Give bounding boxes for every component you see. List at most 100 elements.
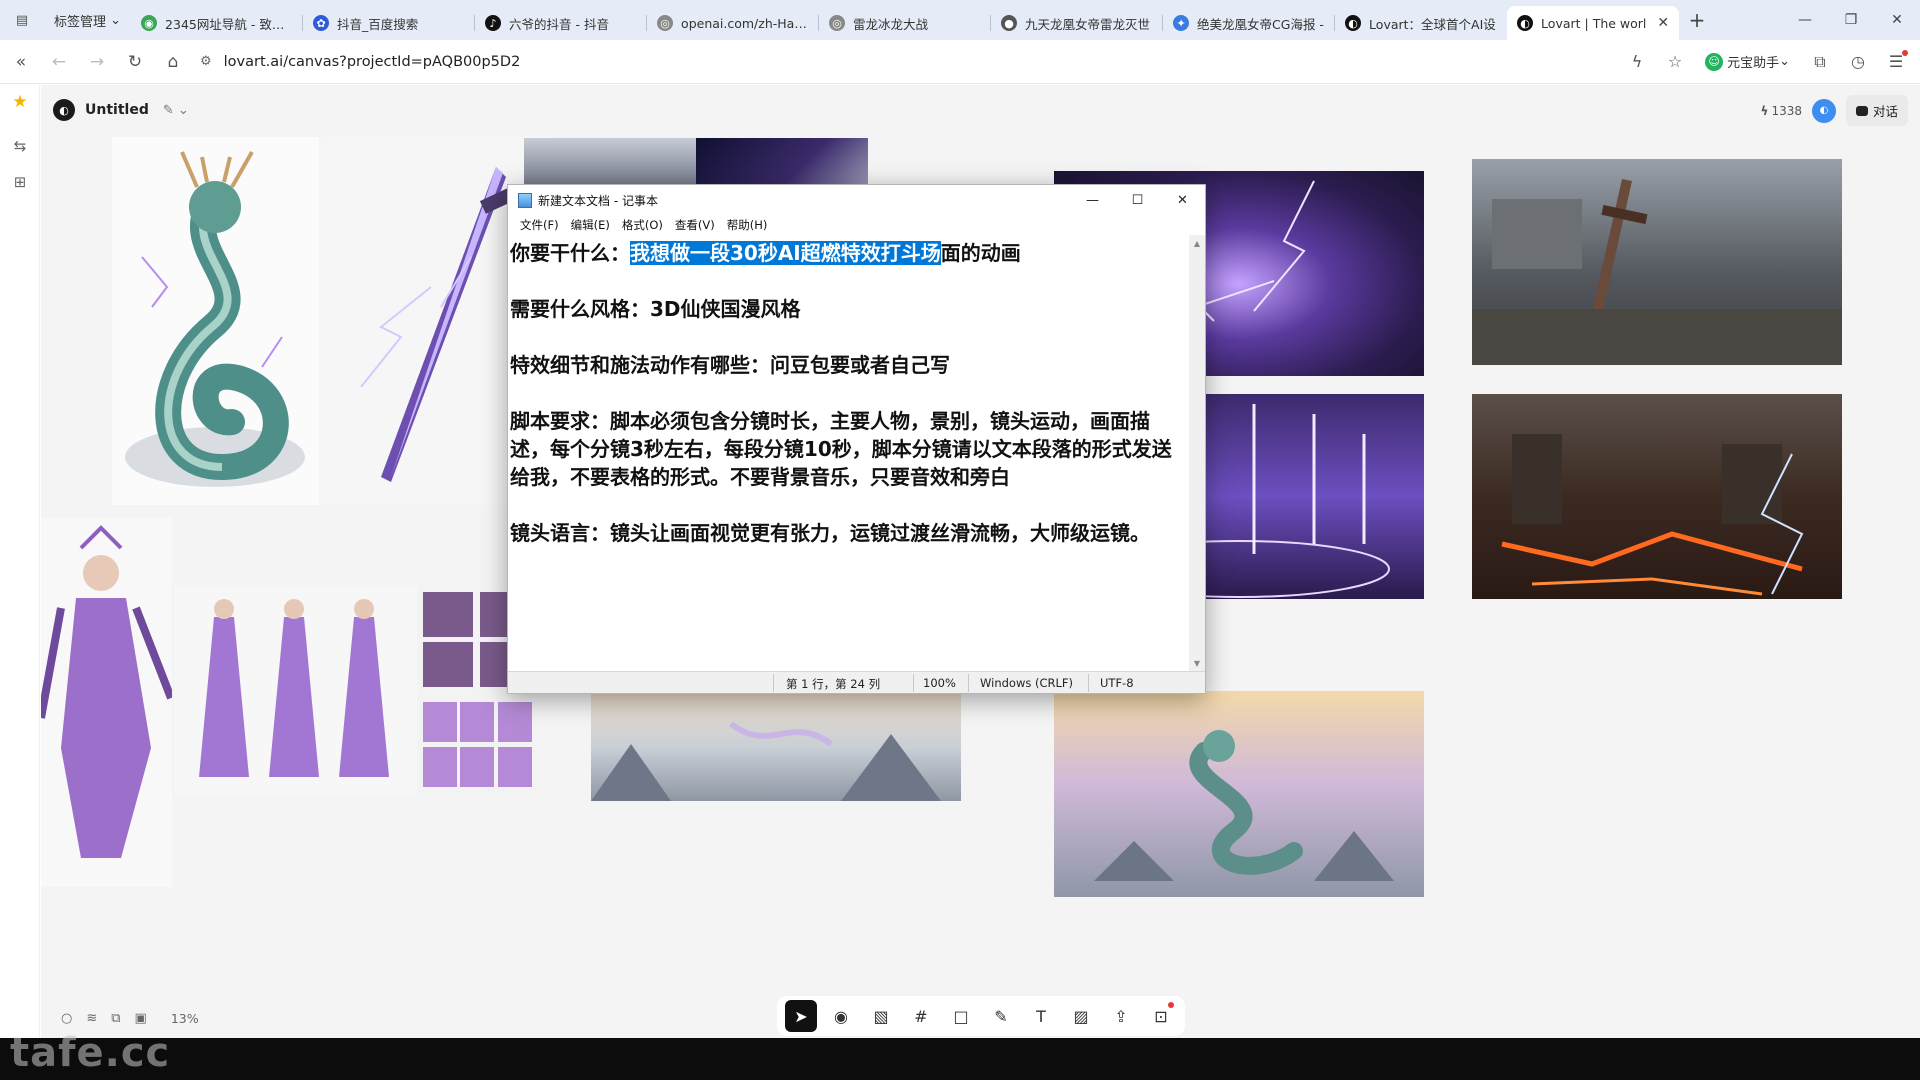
menu-view[interactable]: 查看(V) — [669, 217, 721, 233]
gallery-icon[interactable]: ▣ — [135, 1011, 147, 1026]
tab-title: 六爷的抖音 - 抖音 — [509, 16, 610, 32]
lovart-logo-icon[interactable]: ◐ — [53, 99, 75, 121]
notepad-text-area[interactable]: 你要干什么：我想做一段30秒AI超燃特效打斗场面的动画 需要什么风格：3D仙侠国… — [508, 235, 1189, 671]
minimize-icon[interactable]: — — [1782, 0, 1828, 40]
watermark: tafe.cc — [10, 1030, 171, 1076]
layers-icon[interactable]: ≋ — [86, 1011, 97, 1026]
image-library-icon[interactable]: ⧉ — [111, 1011, 120, 1026]
tab-group-label: 标签管理 — [54, 14, 107, 30]
canvas-image-lava-ruins[interactable] — [1472, 394, 1842, 599]
notification-dot — [1168, 1002, 1174, 1008]
chat-bubble-icon — [1855, 105, 1868, 116]
browser-tab[interactable]: ◎ 雷龙冰龙大战 — [819, 6, 992, 40]
bookmark-star-icon[interactable]: ☆ — [1659, 46, 1691, 78]
favorites-star-icon[interactable]: ★ — [0, 84, 40, 120]
back-icon[interactable]: ← — [42, 45, 76, 79]
canvas-image-dragon[interactable] — [112, 137, 319, 505]
browser-tab[interactable]: ♪ 六爷的抖音 - 抖音 — [475, 6, 648, 40]
select-tool-icon[interactable]: ➤ — [785, 1000, 817, 1032]
recording-bar — [0, 1038, 1920, 1080]
text-line-prefix: 你要干什么： — [510, 241, 630, 265]
pen-tool-icon[interactable]: ✎ — [985, 1000, 1017, 1032]
rectangle-tool-icon[interactable]: □ — [945, 1000, 977, 1032]
add-panel-icon[interactable]: ⊞ — [0, 164, 40, 200]
canvas-image-character-sheet[interactable] — [174, 587, 417, 795]
canvas-image-moon[interactable] — [696, 138, 868, 188]
canvas-image-battlefield[interactable] — [1472, 159, 1842, 365]
scroll-down-icon[interactable]: ▼ — [1189, 655, 1205, 671]
image-upload-icon[interactable]: ▧ — [865, 1000, 897, 1032]
home-icon[interactable]: ⌂ — [156, 45, 190, 79]
project-name[interactable]: Untitled — [85, 102, 149, 118]
close-icon[interactable]: ✕ — [1160, 185, 1205, 215]
browser-tab[interactable]: ◐ Lovart：全球首个AI设 — [1335, 6, 1507, 40]
minimize-icon[interactable]: — — [1070, 185, 1115, 215]
canvas-image-dragon-clouds[interactable] — [1054, 691, 1424, 897]
menu-help[interactable]: 帮助(H) — [721, 217, 774, 233]
close-window-icon[interactable]: ✕ — [1874, 0, 1920, 40]
character-sheet-image — [199, 599, 389, 777]
canvas-image-heroine[interactable] — [41, 518, 172, 887]
scroll-up-icon[interactable]: ▲ — [1189, 235, 1205, 251]
credits-badge[interactable]: ϟ 1338 — [1761, 104, 1802, 118]
video-generate-icon[interactable]: ⇪ — [1105, 1000, 1137, 1032]
chat-button[interactable]: 对话 — [1845, 95, 1908, 126]
assistant-label: 元宝助手 — [1727, 56, 1780, 71]
tab-title: 雷龙冰龙大战 — [853, 16, 929, 32]
tab-title: Lovart | The worl — [1541, 15, 1647, 31]
globe-icon: ◉ — [141, 15, 158, 31]
canvas-image-sky[interactable] — [524, 138, 696, 188]
project-menu-icon[interactable]: ✎ ⌄ — [163, 103, 189, 118]
vertical-scrollbar[interactable]: ▲ ▼ — [1189, 235, 1205, 671]
sidebar-toggle-icon[interactable]: ▤ — [0, 0, 44, 40]
extensions-icon[interactable]: ⧉ — [1804, 46, 1836, 78]
browser-tab[interactable]: ◎ openai.com/zh-Hans- — [647, 6, 820, 40]
assistant-button[interactable]: ☺ 元宝助手 ⌄ — [1697, 52, 1798, 71]
notepad-window[interactable]: 新建文本文档 - 记事本 — ☐ ✕ 文件(F) 编辑(E) 格式(O) 查看(… — [507, 184, 1206, 694]
browser-tab[interactable]: ● 九天龙凰女帝雷龙灭世 — [991, 6, 1164, 40]
assistant-logo-icon: ☺ — [1705, 52, 1724, 71]
battlefield-image — [1472, 179, 1842, 365]
mountains-image — [591, 721, 941, 801]
menu-icon[interactable]: ☰ — [1880, 46, 1912, 78]
avatar[interactable]: ◐ — [1811, 98, 1836, 123]
forward-icon[interactable]: → — [80, 45, 114, 79]
notepad-title: 新建文本文档 - 记事本 — [538, 193, 658, 208]
tab-title: 绝美龙凰女帝CG海报 - — [1197, 16, 1324, 32]
window-controls: — ❐ ✕ — [1782, 0, 1920, 40]
tab-group-manager[interactable]: 标签管理 ⌄ — [44, 0, 131, 40]
text-tool-icon[interactable]: T — [1025, 1000, 1057, 1032]
browser-tab[interactable]: ✦ 绝美龙凰女帝CG海报 - — [1163, 6, 1336, 40]
browser-tab[interactable]: ✿ 抖音_百度搜索 — [303, 6, 476, 40]
maximize-icon[interactable]: ☐ — [1115, 185, 1160, 215]
history-icon[interactable]: ◷ — [1842, 46, 1874, 78]
ai-tool-icon[interactable]: ⊡ — [1145, 1000, 1177, 1032]
site-info-icon[interactable]: ⚙ — [200, 54, 212, 69]
notepad-statusbar: 第 1 行，第 24 列 100% Windows (CRLF) UTF-8 — [508, 671, 1205, 693]
new-tab-icon[interactable]: + — [1679, 0, 1715, 40]
menu-format[interactable]: 格式(O) — [616, 217, 669, 233]
image-generate-icon[interactable]: ▨ — [1065, 1000, 1097, 1032]
canvas-image-mountains[interactable] — [591, 694, 961, 801]
lightning-icon[interactable]: ϟ — [1621, 46, 1653, 78]
menu-file[interactable]: 文件(F) — [514, 217, 565, 233]
notepad-app-icon — [518, 192, 532, 208]
browser-tab[interactable]: ◉ 2345网址导航 - 致力于 — [131, 6, 304, 40]
zoom-level[interactable]: 13% — [171, 1011, 199, 1026]
close-tab-icon[interactable]: ✕ — [1651, 15, 1669, 31]
menu-edit[interactable]: 编辑(E) — [565, 217, 616, 233]
browser-tab-active[interactable]: ◐ Lovart | The worl ✕ — [1507, 6, 1680, 40]
collapse-sidebar-icon[interactable]: « — [4, 45, 38, 79]
notepad-zoom: 100% — [923, 676, 956, 690]
reload-icon[interactable]: ↻ — [118, 45, 152, 79]
restore-icon[interactable]: ❐ — [1828, 0, 1874, 40]
marker-tool-icon[interactable]: ◉ — [825, 1000, 857, 1032]
text-line-suffix: 面的动画 — [940, 241, 1021, 265]
canvas-toolbar: ➤ ◉ ▧ # □ ✎ T ▨ ⇪ ⊡ — [777, 996, 1185, 1036]
tab-title: Lovart：全球首个AI设 — [1369, 16, 1496, 32]
url-field[interactable]: ⚙ lovart.ai/canvas?projectId=pAQB00p5D2 — [200, 54, 520, 70]
notepad-titlebar[interactable]: 新建文本文档 - 记事本 — ☐ ✕ — [508, 185, 1205, 215]
frame-tool-icon[interactable]: # — [905, 1000, 937, 1032]
circle-tool-icon[interactable]: ○ — [61, 1011, 72, 1026]
sliders-icon[interactable]: ⇆ — [0, 128, 40, 164]
